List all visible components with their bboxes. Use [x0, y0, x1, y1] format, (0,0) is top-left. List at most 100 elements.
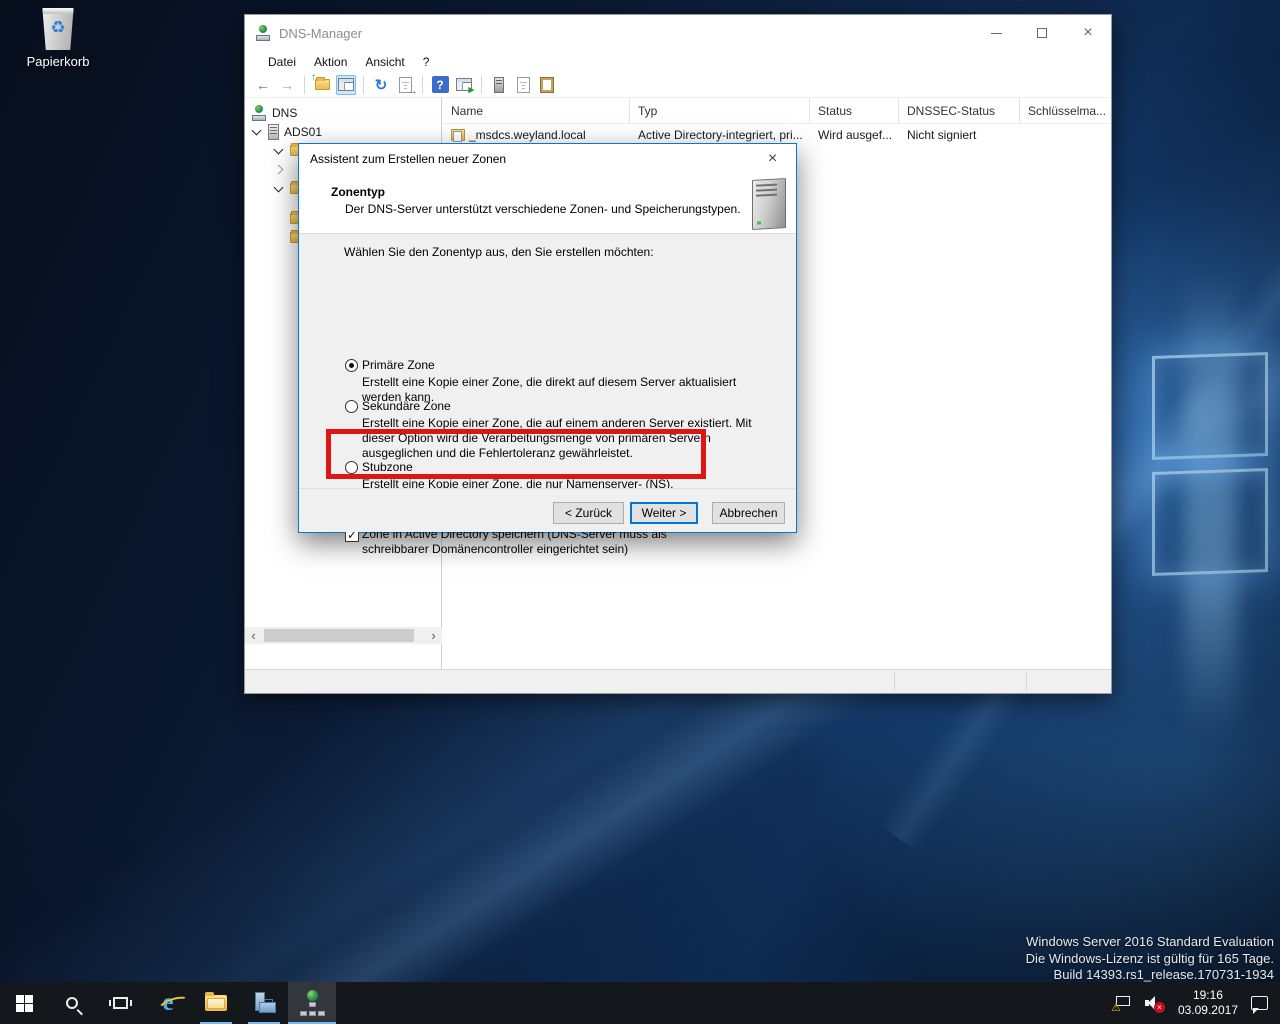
radio-secondary-zone[interactable] — [345, 400, 358, 413]
zone-typ: Active Directory-integriert, pri... — [630, 128, 810, 142]
toolbar: ← → ↑ ↻ → ? ▸ — [245, 72, 1111, 98]
task-view-button[interactable] — [96, 982, 144, 1024]
tree-item-server[interactable]: ADS01 — [253, 122, 322, 141]
server-illustration-icon — [752, 178, 786, 230]
dialog-close-button[interactable]: × — [750, 144, 795, 173]
column-header-name[interactable]: Name — [443, 98, 630, 123]
question-mark-icon: ? — [432, 76, 449, 93]
radio-stub-zone[interactable] — [345, 461, 358, 474]
recycle-bin[interactable]: ♻ Papierkorb — [20, 8, 96, 69]
action-center-icon[interactable] — [1251, 996, 1268, 1010]
radio-primary-zone[interactable] — [345, 359, 358, 372]
mute-badge: × — [1154, 1002, 1165, 1013]
minimize-button[interactable] — [973, 15, 1019, 51]
window-title: DNS-Manager — [279, 26, 362, 41]
watermark-line-2: Die Windows-Lizenz ist gültig für 165 Ta… — [1026, 951, 1274, 968]
recycle-symbol-icon: ♻ — [41, 18, 75, 38]
toolbar-separator — [422, 76, 423, 94]
export-arrow-icon: → — [407, 85, 418, 97]
menu-ansicht[interactable]: Ansicht — [356, 53, 413, 71]
help-icon[interactable]: ? — [430, 75, 450, 95]
export-list-icon[interactable]: → — [395, 75, 415, 95]
network-status-icon[interactable]: ⚠ — [1114, 996, 1132, 1010]
tree-label-dns: DNS — [272, 106, 297, 120]
horizontal-scrollbar[interactable]: ‹ › — [245, 627, 442, 644]
back-button[interactable]: < Zurück — [553, 502, 624, 524]
internet-explorer-button[interactable]: e — [144, 982, 192, 1024]
server-manager-button[interactable] — [240, 982, 288, 1024]
toolbar-separator — [304, 76, 305, 94]
server-icon — [268, 124, 279, 140]
warning-icon: ⚠ — [1111, 1001, 1121, 1014]
file-explorer-icon — [205, 995, 227, 1011]
close-button[interactable]: × — [1065, 15, 1111, 51]
taskbar-search-button[interactable] — [48, 982, 96, 1024]
menu-hilfe[interactable]: ? — [414, 53, 439, 71]
close-icon: × — [1083, 25, 1092, 41]
menu-datei[interactable]: Datei — [259, 53, 305, 71]
dialog-titlebar[interactable]: Assistent zum Erstellen neuer Zonen × — [299, 144, 796, 174]
wizard-page-header: Zonentyp Der DNS-Server unterstützt vers… — [299, 174, 796, 234]
scroll-right-arrow[interactable]: › — [425, 627, 442, 644]
evaluation-watermark: Windows Server 2016 Standard Evaluation … — [1026, 934, 1274, 984]
windows-logo-icon — [16, 995, 33, 1012]
computer-icon[interactable] — [489, 75, 509, 95]
play-icon: ▸ — [468, 83, 474, 96]
statusbar-divider — [1026, 673, 1027, 690]
task-view-icon — [113, 997, 128, 1009]
chevron-right-icon[interactable] — [274, 165, 284, 175]
start-button[interactable] — [0, 982, 48, 1024]
dialog-title: Assistent zum Erstellen neuer Zonen — [310, 152, 506, 166]
file-explorer-button[interactable] — [192, 982, 240, 1024]
list-header: Name Typ Status DNSSEC-Status Schlüsselm… — [443, 98, 1111, 124]
scrollbar-thumb[interactable] — [264, 629, 414, 642]
radio-secondary-zone-label[interactable]: Sekundäre Zone — [362, 399, 451, 413]
tree-label-ads01: ADS01 — [284, 125, 322, 139]
zone-dnssec-status: Nicht signiert — [899, 128, 1020, 142]
chevron-down-icon[interactable] — [274, 182, 284, 192]
maximize-button[interactable] — [1019, 15, 1065, 51]
back-icon[interactable]: ← — [253, 75, 273, 95]
wizard-page-body: Wählen Sie den Zonentyp aus, den Sie ers… — [299, 234, 796, 490]
tree-item-dns-root[interactable]: DNS — [251, 103, 297, 122]
up-arrow-icon: ↑ — [311, 72, 316, 83]
zone-type-prompt: Wählen Sie den Zonentyp aus, den Sie ers… — [344, 245, 654, 259]
console-window-icon — [338, 78, 354, 91]
folder-icon — [315, 79, 330, 90]
clock-date: 03.09.2017 — [1178, 1003, 1238, 1018]
up-one-level-icon[interactable]: ↑ — [312, 75, 332, 95]
menu-bar: Datei Aktion Ansicht ? — [245, 51, 1111, 72]
dns-app-icon — [255, 25, 271, 41]
dns-manager-taskbar-button[interactable] — [288, 982, 336, 1024]
watermark-line-1: Windows Server 2016 Standard Evaluation — [1026, 934, 1274, 951]
column-header-status[interactable]: Status — [810, 98, 899, 123]
volume-muted-icon[interactable]: × — [1145, 995, 1165, 1011]
chevron-down-icon[interactable] — [274, 144, 284, 154]
scroll-left-arrow[interactable]: ‹ — [245, 627, 262, 644]
clipboard-icon[interactable] — [537, 75, 557, 95]
refresh-icon[interactable]: ↻ — [371, 75, 391, 95]
taskbar-clock[interactable]: 19:16 03.09.2017 — [1178, 988, 1238, 1018]
column-header-dnssec[interactable]: DNSSEC-Status — [899, 98, 1020, 123]
next-button[interactable]: Weiter > — [630, 502, 698, 524]
status-bar — [245, 669, 1111, 693]
search-icon — [66, 997, 78, 1009]
new-window-icon[interactable]: ▸ — [454, 75, 474, 95]
tree-item-folder[interactable] — [275, 160, 282, 179]
radio-stub-zone-label[interactable]: Stubzone — [362, 460, 413, 474]
clipboard-shape — [540, 77, 554, 93]
dns-root-icon — [251, 105, 267, 121]
forward-icon[interactable]: → — [277, 75, 297, 95]
properties-list-icon[interactable] — [513, 75, 533, 95]
column-header-typ[interactable]: Typ — [630, 98, 810, 123]
page-subtitle: Der DNS-Server unterstützt verschiedene … — [345, 202, 741, 216]
chevron-down-icon[interactable] — [252, 125, 262, 135]
window-titlebar[interactable]: DNS-Manager × — [245, 15, 1111, 51]
show-console-tree-icon[interactable] — [336, 75, 356, 95]
cancel-button[interactable]: Abbrechen — [712, 502, 785, 524]
column-header-schluessel[interactable]: Schlüsselma... — [1020, 98, 1111, 123]
menu-aktion[interactable]: Aktion — [305, 53, 356, 71]
clock-time: 19:16 — [1178, 988, 1238, 1003]
radio-primary-zone-label[interactable]: Primäre Zone — [362, 358, 435, 372]
recycle-bin-label: Papierkorb — [20, 54, 96, 69]
